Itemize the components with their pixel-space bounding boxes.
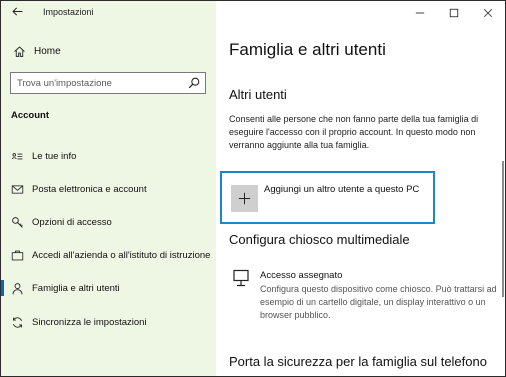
- window-controls: [403, 1, 505, 25]
- minimize-icon[interactable]: [403, 1, 437, 25]
- section-heading-account: Account: [11, 110, 49, 121]
- sidebar-item-sync[interactable]: Sincronizza le impostazioni: [1, 311, 216, 333]
- settings-window: Impostazioni Home Account Le tue info: [0, 0, 506, 377]
- family-safety-heading: Porta la sicurezza per la famiglia sul t…: [229, 354, 487, 369]
- plus-icon: [231, 185, 258, 212]
- assigned-access-description: Configura questo dispositivo come chiosc…: [260, 284, 497, 320]
- nav-home-label: Home: [34, 45, 61, 57]
- briefcase-icon: [9, 247, 25, 263]
- main-content: Famiglia e altri utenti Altri utenti Con…: [216, 25, 505, 376]
- assigned-access-link[interactable]: Accesso assegnato: [260, 270, 342, 281]
- kiosk-heading: Configura chiosco multimediale: [229, 232, 410, 247]
- window-title: Impostazioni: [43, 7, 94, 17]
- mail-icon: [9, 181, 25, 197]
- sidebar-item-email[interactable]: Posta elettronica e account: [1, 178, 216, 200]
- other-users-description: Consenti alle persone che non fanno part…: [229, 114, 479, 150]
- kiosk-display-icon[interactable]: [232, 269, 250, 287]
- nav-home[interactable]: Home: [11, 41, 206, 61]
- add-user-label: Aggiungi un altro utente a questo PC: [264, 184, 420, 195]
- sidebar-item-sign-in[interactable]: Opzioni di accesso: [1, 211, 216, 233]
- page-title: Famiglia e altri utenti: [229, 40, 386, 59]
- sidebar-item-label: Le tue info: [32, 150, 77, 162]
- close-icon[interactable]: [471, 1, 505, 25]
- sidebar-item-label: Sincronizza le impostazioni: [32, 316, 147, 328]
- home-icon: [11, 43, 27, 59]
- add-user-button[interactable]: Aggiungi un altro utente a questo PC: [220, 171, 435, 224]
- other-users-heading: Altri utenti: [229, 87, 287, 102]
- search-icon[interactable]: [187, 76, 201, 90]
- title-bar: Impostazioni: [1, 1, 216, 25]
- maximize-icon[interactable]: [437, 1, 471, 25]
- sidebar-item-your-info[interactable]: Le tue info: [1, 145, 216, 167]
- search-input[interactable]: [11, 73, 193, 93]
- person-icon: [9, 280, 25, 296]
- key-icon: [9, 214, 25, 230]
- sidebar-item-family[interactable]: Famiglia e altri utenti: [1, 277, 216, 299]
- sidebar-item-label: Posta elettronica e account: [32, 183, 147, 195]
- sidebar-item-label: Accedi all'azienda o all'istituto di ist…: [32, 249, 211, 261]
- sidebar-item-label: Famiglia e altri utenti: [32, 282, 120, 294]
- back-arrow-icon[interactable]: [9, 5, 25, 21]
- sidebar-item-label: Opzioni di accesso: [32, 216, 112, 228]
- sync-icon: [9, 314, 25, 330]
- search-box[interactable]: [10, 72, 206, 94]
- contact-card-icon: [9, 148, 25, 164]
- sidebar: Impostazioni Home Account Le tue info: [1, 1, 216, 376]
- scrollbar[interactable]: [502, 161, 504, 297]
- sidebar-item-work-school[interactable]: Accedi all'azienda o all'istituto di ist…: [1, 244, 216, 266]
